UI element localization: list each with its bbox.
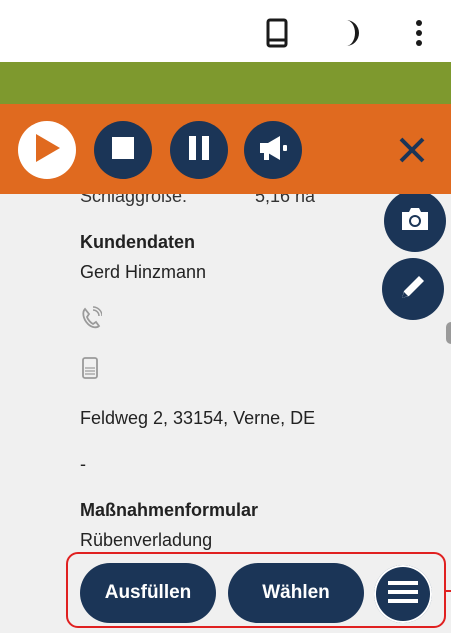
pause-button[interactable] [170, 121, 228, 179]
highlight-marker [444, 590, 451, 592]
customer-heading: Kundendaten [80, 232, 195, 252]
camera-button[interactable] [384, 194, 446, 252]
mobile-icon[interactable] [81, 356, 99, 385]
camera-icon [399, 206, 431, 237]
field-size-value: 5,16 ha [255, 194, 316, 206]
field-size-label: Schlaggröße: [80, 194, 188, 206]
megaphone-icon [256, 134, 290, 167]
audio-player-bar [0, 104, 451, 194]
pencil-icon [398, 272, 428, 307]
measure-value: Rübenverladung [80, 530, 213, 550]
fill-button[interactable]: Ausfüllen [80, 563, 216, 623]
close-player-button[interactable] [392, 130, 432, 170]
hamburger-icon [386, 579, 420, 610]
close-icon [392, 137, 432, 174]
select-button[interactable]: Wählen [228, 563, 364, 623]
edit-button[interactable] [382, 258, 444, 320]
top-toolbar [0, 0, 451, 62]
header-band [0, 62, 451, 104]
customer-name: Gerd Hinzmann [80, 262, 207, 282]
announce-button[interactable] [244, 121, 302, 179]
play-icon [32, 132, 62, 169]
measure-heading: Maßnahmenformular [80, 500, 259, 520]
stop-icon [111, 136, 135, 165]
scroll-handle[interactable] [446, 322, 451, 344]
phone-icon[interactable] [80, 306, 103, 335]
tablet-icon[interactable] [266, 18, 288, 53]
play-button[interactable] [18, 121, 76, 179]
moon-icon[interactable] [340, 18, 362, 53]
address-text[interactable]: Feldweg 2, 33154, Verne, DE [80, 408, 315, 429]
menu-button[interactable] [374, 565, 432, 623]
more-vert-icon[interactable] [414, 18, 424, 53]
pause-icon [187, 135, 211, 166]
stop-button[interactable] [94, 121, 152, 179]
empty-value: - [80, 454, 86, 474]
